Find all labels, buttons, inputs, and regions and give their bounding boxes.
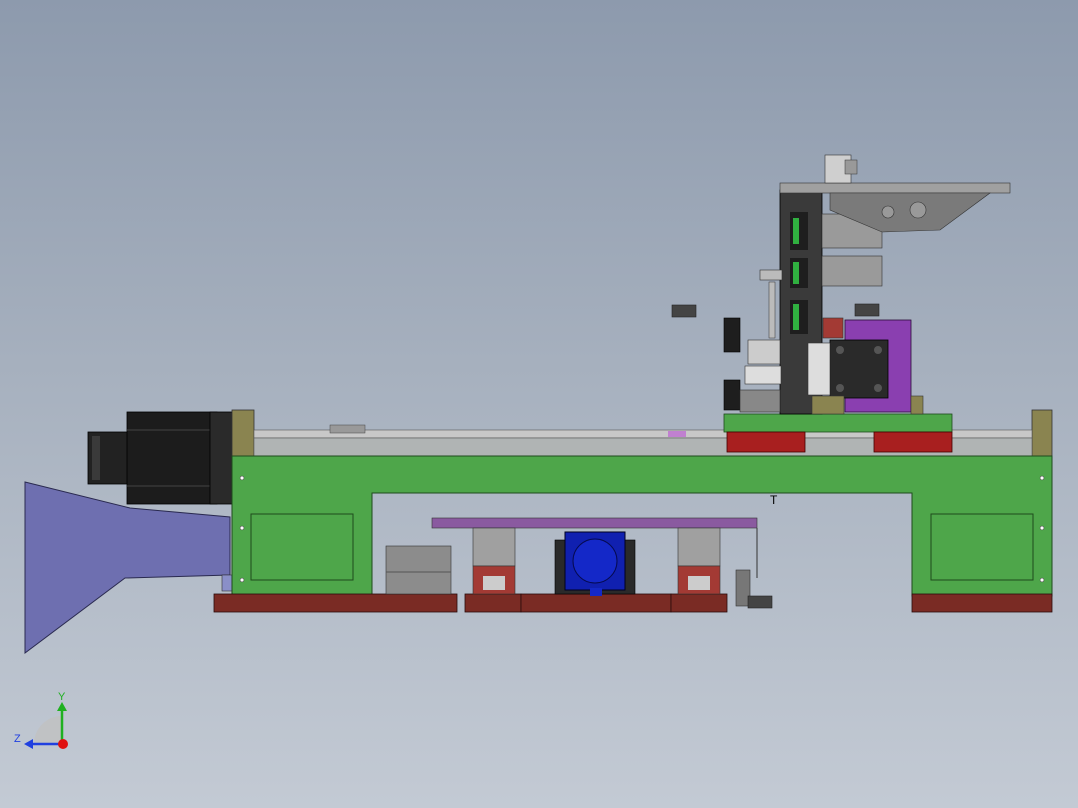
y-axis-label: Y	[58, 691, 66, 703]
assembly-drawing: T Y Z	[14, 154, 1053, 749]
base-feet[interactable]	[213, 593, 1053, 613]
coordinate-triad: Y Z	[14, 691, 68, 749]
stepper-assembly[interactable]	[807, 317, 924, 415]
servo-motor[interactable]	[87, 411, 235, 505]
z-axis-label: Z	[14, 733, 21, 745]
lower-mechanism[interactable]: T	[385, 493, 778, 609]
svg-text:T: T	[770, 493, 778, 507]
cad-viewport[interactable]: T Y Z	[0, 0, 1078, 808]
funnel-chute[interactable]	[24, 481, 235, 654]
x-axis-dot	[58, 739, 68, 749]
